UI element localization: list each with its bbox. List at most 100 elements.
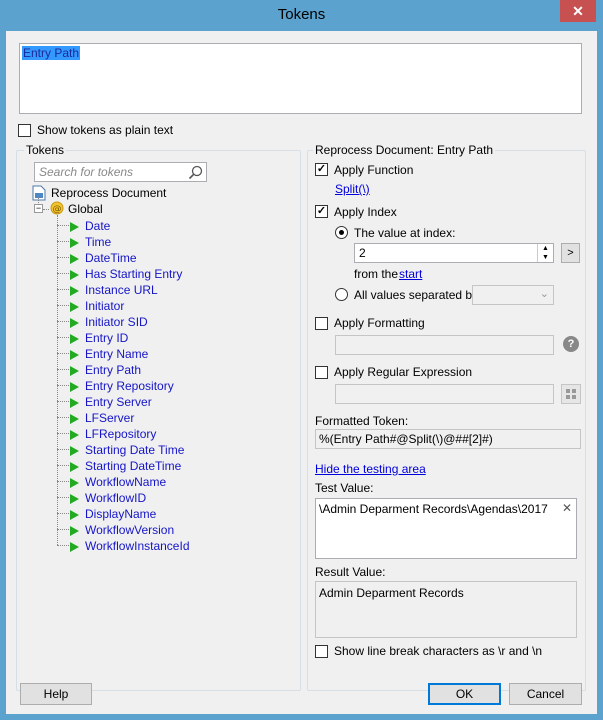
tree-line-item [57,449,69,450]
apply-formatting-label: Apply Formatting [334,316,425,330]
apply-regex-checkbox[interactable] [315,366,328,379]
formatted-token-value: %(Entry Path#@Split(\)@##[2]#) [319,432,493,446]
apply-index-label: Apply Index [334,205,397,219]
token-item[interactable]: Date [70,218,110,234]
test-value-input[interactable]: \Admin Deparment Records\Agendas\2017 ✕ [315,498,577,559]
result-value-label: Result Value: [315,565,386,579]
token-arrow-icon [70,477,79,488]
token-arrow-icon [70,509,79,520]
collapse-toggle-icon[interactable]: − [34,204,43,213]
token-item-label: Starting DateTime [85,459,182,473]
from-the-label: from the [354,267,399,281]
separator-select[interactable]: ⌄ [472,285,554,305]
token-item[interactable]: WorkflowName [70,474,166,490]
formatting-input[interactable] [335,335,554,355]
token-arrow-icon [70,541,79,552]
token-item-label: Time [85,235,112,249]
token-item-label: Initiator [85,299,125,313]
tree-line-item [57,529,69,530]
token-item[interactable]: Entry ID [70,330,128,346]
token-item[interactable]: Starting Date Time [70,442,184,458]
token-item[interactable]: WorkflowInstanceId [70,538,190,554]
hide-testing-area-link[interactable]: Hide the testing area [315,462,426,476]
search-icon[interactable] [188,165,203,180]
tree-line-item [57,321,69,322]
clear-icon[interactable]: ✕ [562,501,572,515]
index-stepper[interactable]: 2 ▲ ▼ [354,243,554,263]
token-item-label: Entry Repository [85,379,174,393]
token-item[interactable]: WorkflowID [70,490,146,506]
all-values-radio[interactable] [335,288,348,301]
token-arrow-icon [70,381,79,392]
tree-node-global[interactable]: Global [68,202,103,216]
tree-line-item [57,513,69,514]
token-item[interactable]: DateTime [70,250,137,266]
token-item[interactable]: LFRepository [70,426,156,442]
tokens-dialog: Tokens ✕ Entry Path Show tokens as plain… [0,0,603,720]
svg-text:@: @ [53,205,62,215]
token-search-input[interactable]: Search for tokens [34,162,207,182]
token-item[interactable]: Time [70,234,111,250]
show-line-break-checkbox[interactable] [315,645,328,658]
token-item[interactable]: WorkflowVersion [70,522,174,538]
token-arrow-icon [70,349,79,360]
reprocess-group-label: Reprocess Document: Entry Path [313,143,496,157]
regex-input[interactable] [335,384,554,404]
value-at-index-radio[interactable] [335,226,348,239]
tree-line-item [57,385,69,386]
apply-formatting-checkbox[interactable] [315,317,328,330]
token-item[interactable]: Initiator SID [70,314,148,330]
regex-builder-icon[interactable] [561,384,581,404]
help-button[interactable]: Help [20,683,92,705]
token-item[interactable]: Has Starting Entry [70,266,182,282]
close-button[interactable]: ✕ [560,0,596,22]
token-item[interactable]: Entry Path [70,362,141,378]
token-item-label: LFRepository [85,427,157,441]
tree-line-root [38,197,39,205]
test-value-text: \Admin Deparment Records\Agendas\2017 [319,502,548,516]
tree-line-item [57,289,69,290]
token-item[interactable]: Entry Repository [70,378,174,394]
token-arrow-icon [70,221,79,232]
start-link[interactable]: start [399,267,422,281]
apply-function-checkbox[interactable]: ✓ [315,163,328,176]
tree-line-item [57,433,69,434]
apply-regex-label: Apply Regular Expression [334,365,473,379]
token-arrow-icon [70,365,79,376]
token-item-label: LFServer [85,411,135,425]
token-arrow-icon [70,285,79,296]
result-value-field: Admin Deparment Records [315,581,577,638]
tree-line-item [57,225,69,226]
stepper-up-button[interactable]: ▲ [537,244,553,253]
entry-editor[interactable]: Entry Path [19,43,582,114]
index-nav-button[interactable]: > [561,243,580,263]
tree-line-item [57,465,69,466]
entry-token-text: Entry Path [22,46,81,60]
token-arrow-icon [70,397,79,408]
token-item-label: DisplayName [85,507,157,521]
token-item[interactable]: Initiator [70,298,124,314]
tree-root-reprocess-document[interactable]: Reprocess Document [51,186,166,200]
token-item-label: Entry ID [85,331,129,345]
token-item[interactable]: Instance URL [70,282,158,298]
apply-index-checkbox[interactable]: ✓ [315,205,328,218]
token-item[interactable]: DisplayName [70,506,156,522]
cancel-button[interactable]: Cancel [509,683,582,705]
token-arrow-icon [70,429,79,440]
token-item[interactable]: Starting DateTime [70,458,181,474]
split-function-link[interactable]: Split(\) [335,182,370,196]
help-icon[interactable]: ? [563,336,579,352]
token-item[interactable]: LFServer [70,410,134,426]
token-item-label: DateTime [85,251,137,265]
token-arrow-icon [70,301,79,312]
stepper-down-button[interactable]: ▼ [537,253,553,262]
token-item[interactable]: Entry Name [70,346,148,362]
title-bar[interactable]: Tokens ✕ [0,0,603,31]
token-item-label: WorkflowID [85,491,147,505]
tokens-group [16,150,301,691]
ok-button[interactable]: OK [428,683,501,705]
token-item[interactable]: Entry Server [70,394,152,410]
show-plain-text-checkbox[interactable] [18,124,31,137]
token-arrow-icon [70,333,79,344]
tree-line-item [57,401,69,402]
